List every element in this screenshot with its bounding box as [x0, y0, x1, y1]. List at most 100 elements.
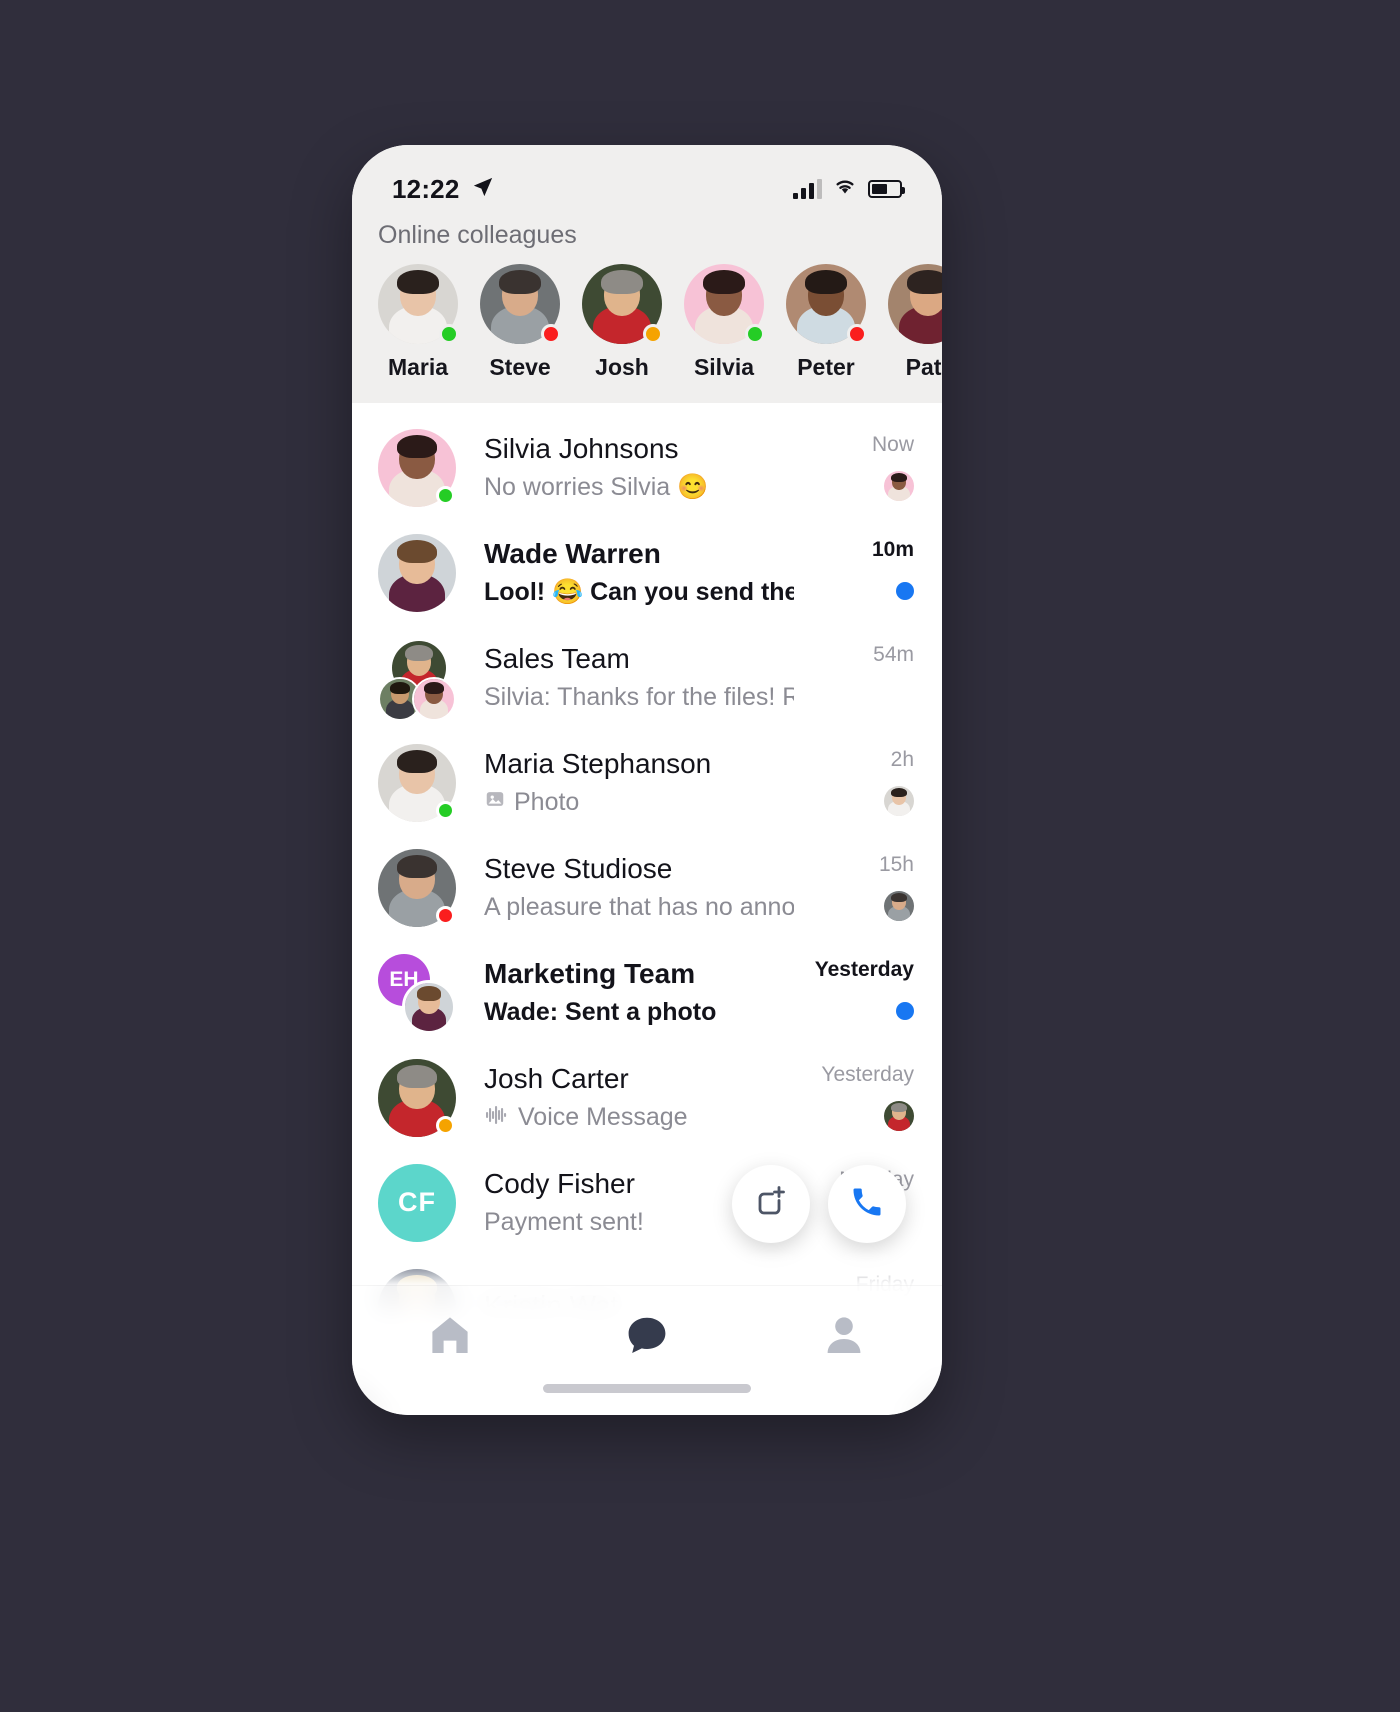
avatar[interactable]: [378, 264, 459, 344]
chat-icon: [623, 1311, 671, 1364]
presence-dot: [847, 324, 867, 344]
phone-frame: 12:22 Online colleagues Maria Steve Josh…: [352, 145, 942, 1415]
chat-meta: Yesterday: [794, 958, 914, 1028]
presence-dot: [643, 324, 663, 344]
avatar-initials: CF: [378, 1163, 456, 1242]
chat-text: Marketing Team Wade: Sent a photo: [456, 956, 794, 1030]
presence-dot: [541, 324, 561, 344]
group-avatar: [378, 638, 456, 721]
chat-meta: 15h: [794, 853, 914, 923]
online-colleague-peter[interactable]: Peter: [786, 264, 867, 381]
chat-list-item[interactable]: EH Marketing Team Wade: Sent a photo Yes…: [352, 940, 942, 1045]
new-message-icon: [751, 1182, 791, 1227]
avatar[interactable]: [888, 264, 942, 344]
call-button[interactable]: [828, 1165, 906, 1243]
home-icon: [426, 1311, 474, 1364]
avatar[interactable]: [480, 264, 561, 344]
nav-home-button[interactable]: [395, 1308, 505, 1366]
chat-list-item[interactable]: Josh Carter Voice Message Yesterday: [352, 1045, 942, 1150]
online-colleagues-list[interactable]: Maria Steve Josh Silvia Peter Pat: [352, 264, 942, 381]
chat-status: [794, 784, 914, 818]
new-chat-button[interactable]: [732, 1165, 810, 1243]
avatar: [378, 533, 456, 612]
online-colleague-label: Patr: [905, 354, 942, 380]
chat-name: Wade Warren: [484, 537, 661, 569]
online-colleague-label: Silvia: [693, 354, 755, 380]
status-bar-right: [793, 178, 905, 201]
avatar[interactable]: [786, 264, 867, 344]
read-receipt-avatar: [884, 470, 914, 501]
chat-avatar[interactable]: [378, 638, 456, 721]
chat-timestamp: Yesterday: [814, 957, 914, 981]
chat-status: [794, 679, 914, 713]
voice-waveform-icon: [484, 1101, 510, 1135]
chat-name: Sales Team: [484, 642, 630, 674]
online-colleague-steve[interactable]: Steve: [480, 264, 561, 381]
chat-meta: Yesterday: [794, 1063, 914, 1133]
chat-list-item[interactable]: Silvia Johnsons No worries Silvia 😊 Now: [352, 415, 942, 520]
presence-dot: [745, 324, 765, 344]
chat-timestamp: 54m: [873, 642, 914, 666]
online-colleague-silvia[interactable]: Silvia: [684, 264, 765, 381]
nav-profile-button[interactable]: [789, 1308, 899, 1366]
avatar[interactable]: [582, 264, 663, 344]
read-receipt-avatar: [884, 1100, 914, 1131]
chat-status: [794, 1099, 914, 1133]
chat-preview: Silvia: Thanks for the files! Really hel…: [484, 682, 794, 711]
chat-text: Wade Warren Lool! 😂 Can you send the inv…: [456, 536, 794, 610]
chat-list-item[interactable]: Wade Warren Lool! 😂 Can you send the inv…: [352, 520, 942, 625]
chat-list-item[interactable]: Steve Studiose A pleasure that has no an…: [352, 835, 942, 940]
chat-avatar[interactable]: EH: [378, 953, 456, 1034]
chat-avatar[interactable]: [378, 428, 456, 507]
chat-avatar[interactable]: [378, 533, 456, 612]
presence-dot: [436, 800, 455, 820]
chat-text: Steve Studiose A pleasure that has no an…: [456, 851, 794, 925]
chat-list-item[interactable]: Sales Team Silvia: Thanks for the files!…: [352, 625, 942, 730]
chat-preview: Voice Message: [484, 1101, 794, 1135]
chat-name: Maria Stephanson: [484, 747, 712, 779]
online-colleague-patr[interactable]: Patr: [888, 264, 942, 381]
online-colleague-label: Steve: [489, 354, 551, 380]
presence-dot: [439, 324, 459, 344]
online-colleague-josh[interactable]: Josh: [582, 264, 663, 381]
chat-status: [794, 994, 914, 1028]
chat-text: Silvia Johnsons No worries Silvia 😊: [456, 431, 794, 505]
read-receipt-avatar: [884, 785, 914, 816]
online-colleague-maria[interactable]: Maria: [378, 264, 459, 381]
chat-avatar[interactable]: [378, 1058, 456, 1137]
chat-preview: Wade: Sent a photo: [484, 997, 717, 1026]
chat-avatar[interactable]: CF: [378, 1163, 456, 1242]
person-icon: [820, 1311, 868, 1364]
chat-meta: 54m: [794, 643, 914, 713]
online-colleague-label: Maria: [387, 354, 449, 380]
chat-preview: Photo: [484, 786, 794, 820]
chat-meta: Now: [794, 433, 914, 503]
status-bar-left: 12:22: [392, 174, 494, 205]
online-colleagues-section: Online colleagues Maria Steve Josh Silvi…: [352, 215, 942, 403]
chat-text: Josh Carter Voice Message: [456, 1061, 794, 1135]
chat-status: [794, 574, 914, 608]
chat-timestamp: 10m: [871, 537, 914, 561]
chat-timestamp: 2h: [890, 747, 914, 771]
status-bar: 12:22: [352, 145, 942, 215]
chat-preview: A pleasure that has no annoying 😊: [484, 892, 794, 921]
chat-meta: 2h: [794, 748, 914, 818]
chat-list-item[interactable]: Maria Stephanson Photo 2h: [352, 730, 942, 835]
chat-text: Sales Team Silvia: Thanks for the files!…: [456, 641, 794, 715]
home-indicator: [543, 1384, 751, 1393]
avatar[interactable]: [684, 264, 765, 344]
online-colleague-label: Josh: [595, 354, 649, 380]
phone-icon: [849, 1184, 885, 1225]
wifi-icon: [833, 178, 857, 201]
online-colleague-label: Peter: [797, 354, 855, 380]
nav-chats-button[interactable]: [592, 1308, 702, 1366]
chat-status: [794, 889, 914, 923]
unread-indicator: [896, 1001, 914, 1020]
chat-preview: Lool! 😂 Can you send the invoice tod…: [484, 577, 794, 606]
chat-timestamp: Now: [871, 432, 914, 456]
cellular-signal-icon: [793, 179, 822, 199]
chat-avatar[interactable]: [378, 743, 456, 822]
unread-indicator: [896, 581, 914, 600]
chat-avatar[interactable]: [378, 848, 456, 927]
online-colleagues-title: Online colleagues: [378, 221, 577, 249]
